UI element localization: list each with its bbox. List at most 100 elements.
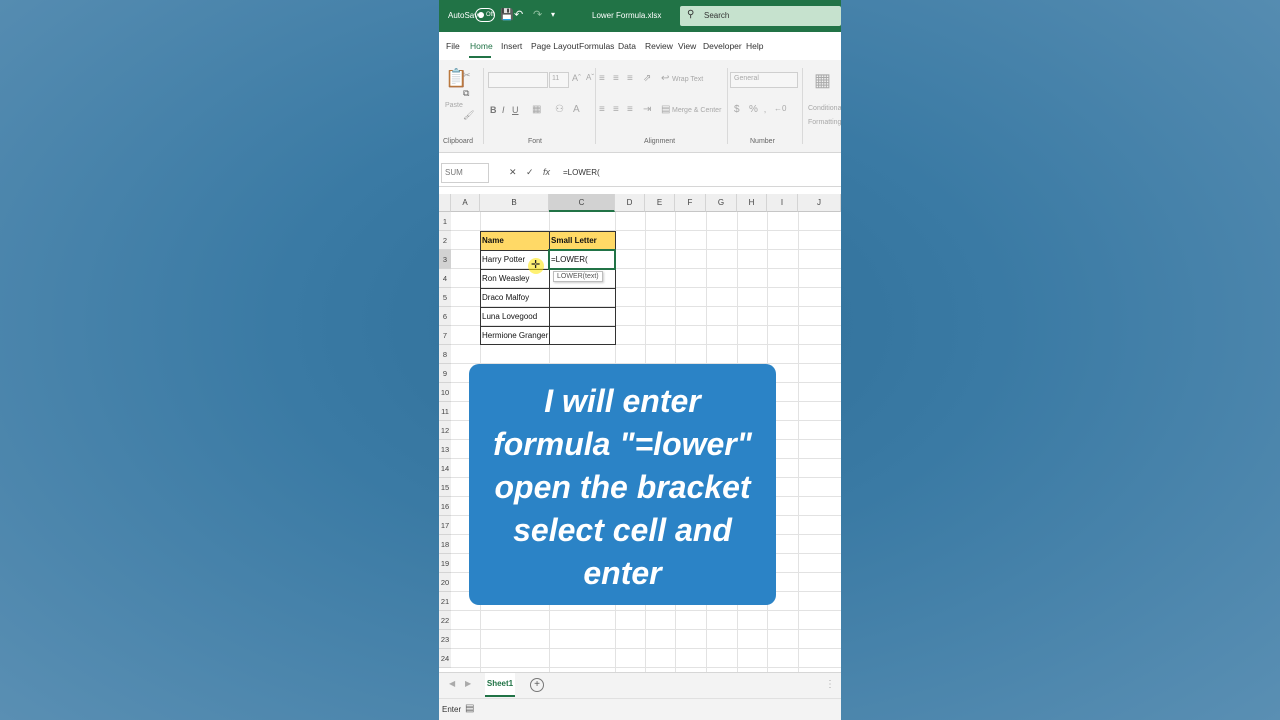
copy-icon[interactable]: ⧉ [463,88,469,99]
conditional-formatting-label[interactable]: Conditional Formatting [808,102,841,130]
row-header[interactable]: 11 [439,402,451,421]
column-header-d[interactable]: D [615,194,645,212]
cut-icon[interactable]: ✂ [463,70,471,81]
merge-center-label[interactable]: Merge & Center [672,107,721,114]
wrap-text-icon[interactable]: ↩ [661,73,669,84]
align-right-icon[interactable]: ≡ [627,104,633,115]
row-header[interactable]: 13 [439,440,451,459]
row-header[interactable]: 7 [439,326,451,345]
row-header[interactable]: 4 [439,269,451,288]
increase-decimal-icon[interactable]: ←0 [774,104,786,113]
cancel-icon[interactable]: ✕ [509,167,517,178]
row-header[interactable]: 17 [439,516,451,535]
currency-icon[interactable]: $ [734,104,740,115]
prev-sheet-icon[interactable]: ◀ [449,679,455,688]
align-left-icon[interactable]: ≡ [599,104,605,115]
insert-function-icon[interactable]: fx [543,167,550,177]
row-header[interactable]: 24 [439,649,451,668]
row-header[interactable]: 23 [439,630,451,649]
options-icon[interactable]: ⋮ [825,679,835,690]
tab-insert[interactable]: Insert [501,41,522,51]
customize-quick-access-icon[interactable]: ▾ [551,10,555,19]
undo-icon[interactable]: ↶ [514,8,523,21]
name-box[interactable]: SUM [441,163,489,183]
column-header-g[interactable]: G [706,194,737,212]
format-painter-icon[interactable]: 🖌 [463,110,474,121]
macro-record-icon[interactable]: ▤ [465,703,474,714]
align-top-icon[interactable]: ≡ [599,73,605,84]
sheet-tab-active[interactable]: Sheet1 [485,673,515,697]
column-header-c[interactable]: C [549,194,615,212]
row-header[interactable]: 5 [439,288,451,307]
column-header-j[interactable]: J [798,194,841,212]
row-header[interactable]: 10 [439,383,451,402]
tab-data[interactable]: Data [618,41,636,51]
align-middle-icon[interactable]: ≡ [613,73,619,84]
tab-developer[interactable]: Developer [703,41,742,51]
row-header[interactable]: 18 [439,535,451,554]
add-sheet-icon[interactable]: + [530,678,544,692]
paste-label: Paste [445,102,463,109]
bold-icon[interactable]: B [490,105,497,115]
row-header[interactable]: 19 [439,554,451,573]
row-header[interactable]: 21 [439,592,451,611]
conditional-formatting-icon[interactable]: ▦ [814,70,831,91]
search-box[interactable]: ⚲ Search [680,6,841,26]
row-header[interactable]: 3 [439,250,451,269]
number-format-dropdown[interactable]: General [730,72,798,88]
column-header-e[interactable]: E [645,194,675,212]
row-header[interactable]: 22 [439,611,451,630]
tab-file[interactable]: File [446,41,460,51]
caption-overlay: I will enter formula "=lower" open the b… [469,364,776,605]
row-header[interactable]: 12 [439,421,451,440]
row-header[interactable]: 9 [439,364,451,383]
tab-help[interactable]: Help [746,41,763,51]
font-color-icon[interactable]: A [573,104,580,115]
row-header[interactable]: 6 [439,307,451,326]
wrap-text-label[interactable]: Wrap Text [672,76,703,83]
decrease-font-icon[interactable]: Aˇ [586,73,594,82]
fill-color-icon[interactable]: ⚇ [555,104,564,115]
column-header-i[interactable]: I [767,194,798,212]
autosave-toggle[interactable]: Off [475,8,495,22]
indent-icon[interactable]: ⇥ [643,104,651,115]
column-header-b[interactable]: B [480,194,549,212]
tab-review[interactable]: Review [645,41,673,51]
increase-font-icon[interactable]: Aˆ [572,73,581,83]
borders-icon[interactable]: ▦ [532,104,541,115]
tab-formulas[interactable]: Formulas [579,41,614,51]
enter-icon[interactable]: ✓ [526,167,534,178]
row-header[interactable]: 16 [439,497,451,516]
redo-icon[interactable]: ↷ [533,8,542,21]
tab-home[interactable]: Home [470,41,493,51]
save-icon[interactable]: 💾 [500,8,514,21]
font-size-dropdown[interactable]: 11 [549,72,569,88]
row-header[interactable]: 14 [439,459,451,478]
column-header-h[interactable]: H [737,194,767,212]
align-center-icon[interactable]: ≡ [613,104,619,115]
row-header[interactable]: 8 [439,345,451,364]
name-box-value: SUM [445,168,463,177]
orientation-icon[interactable]: ⇗ [643,73,651,84]
row-header[interactable]: 20 [439,573,451,592]
align-bottom-icon[interactable]: ≡ [627,73,633,84]
merge-center-icon[interactable]: ▤ [661,104,670,115]
column-header-f[interactable]: F [675,194,706,212]
row-header[interactable]: 1 [439,212,451,231]
formula-input[interactable]: =LOWER( [563,168,600,177]
percent-icon[interactable]: % [749,104,758,115]
file-name[interactable]: Lower Formula.xlsx [592,11,661,20]
font-name-dropdown[interactable] [488,72,548,88]
comma-style-icon[interactable]: ‚ [764,104,766,114]
row-header[interactable]: 2 [439,231,451,250]
italic-icon[interactable]: I [502,105,505,115]
tab-page-layout[interactable]: Page Layout [531,41,579,51]
row-header[interactable]: 15 [439,478,451,497]
column-header-a[interactable]: A [451,194,480,212]
select-all-corner[interactable] [439,194,451,212]
function-tooltip[interactable]: LOWER(text) [553,271,603,282]
underline-icon[interactable]: U [512,105,519,115]
separator [727,68,728,144]
tab-view[interactable]: View [678,41,696,51]
next-sheet-icon[interactable]: ▶ [465,679,471,688]
